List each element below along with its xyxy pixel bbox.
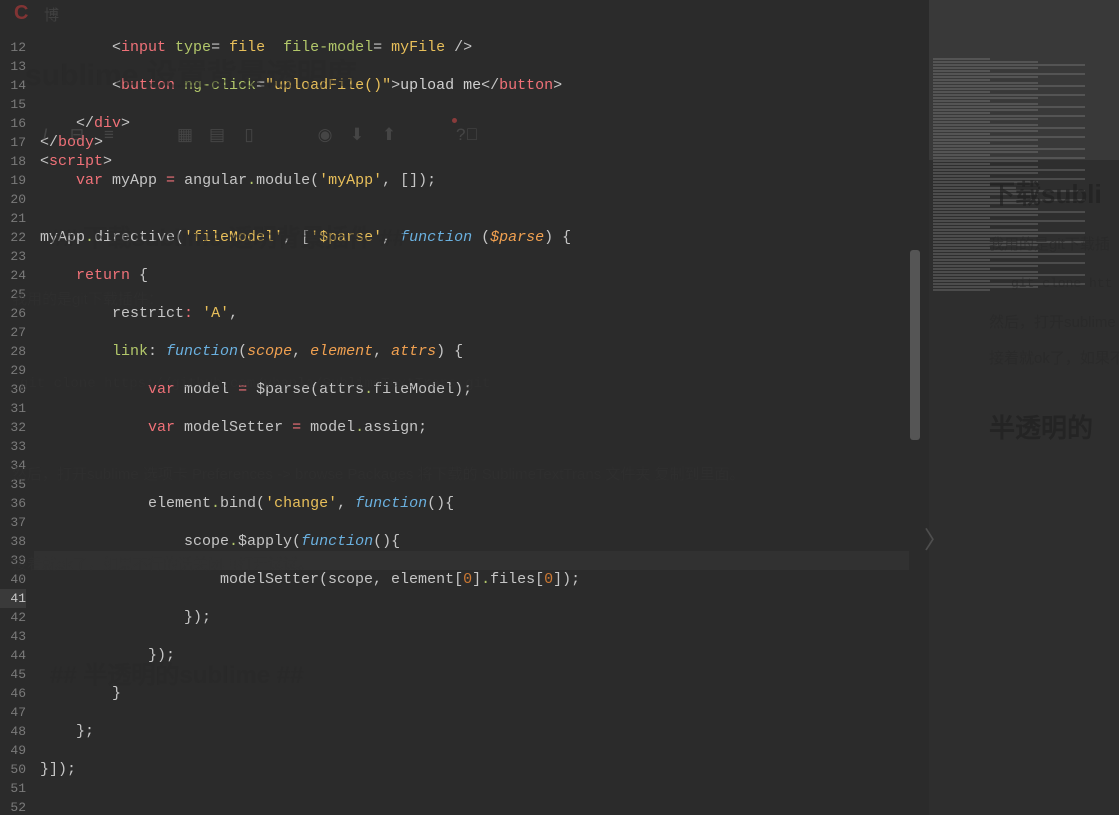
line-number: 25 bbox=[0, 285, 26, 304]
line-number: 14 bbox=[0, 76, 26, 95]
article-code-block: git clone htt bbox=[1011, 272, 1119, 297]
line-number: 42 bbox=[0, 608, 26, 627]
article-paragraph: 然后，打开sublime bbox=[989, 309, 1119, 338]
section-heading-download: 下载subli bbox=[989, 170, 1119, 219]
code-line[interactable] bbox=[40, 209, 919, 228]
code-editor[interactable]: 1213141516171819202122232425262728293031… bbox=[0, 0, 1119, 815]
line-number: 51 bbox=[0, 779, 26, 798]
code-area[interactable]: <input type= file file-model= myFile /> … bbox=[34, 0, 919, 815]
code-line[interactable]: }); bbox=[40, 608, 919, 627]
code-line[interactable]: <button ng-click="uploadFile()">upload m… bbox=[40, 76, 919, 95]
code-line[interactable] bbox=[40, 551, 919, 570]
line-number: 46 bbox=[0, 684, 26, 703]
code-line[interactable] bbox=[40, 627, 919, 646]
code-line[interactable] bbox=[40, 779, 919, 798]
code-line[interactable] bbox=[40, 665, 919, 684]
line-number: 29 bbox=[0, 361, 26, 380]
line-number: 21 bbox=[0, 209, 26, 228]
code-line[interactable]: }]); bbox=[40, 760, 919, 779]
code-line[interactable] bbox=[40, 513, 919, 532]
line-number: 52 bbox=[0, 798, 26, 815]
code-line[interactable]: link: function(scope, element, attrs) { bbox=[40, 342, 919, 361]
minimap-viewport[interactable] bbox=[929, 0, 1119, 160]
line-number: 30 bbox=[0, 380, 26, 399]
code-line[interactable]: modelSetter(scope, element[0].files[0]); bbox=[40, 570, 919, 589]
code-line[interactable]: myApp.directive('fileModel', ['$parse', … bbox=[40, 228, 919, 247]
line-number: 23 bbox=[0, 247, 26, 266]
line-number: 16 bbox=[0, 114, 26, 133]
code-line[interactable]: restrict: 'A', bbox=[40, 304, 919, 323]
line-number: 48 bbox=[0, 722, 26, 741]
article-paragraph: 我用的是git下载插 bbox=[989, 231, 1119, 260]
code-line[interactable]: element.bind('change', function(){ bbox=[40, 494, 919, 513]
line-number: 35 bbox=[0, 475, 26, 494]
line-number: 33 bbox=[0, 437, 26, 456]
line-number: 24 bbox=[0, 266, 26, 285]
line-number: 44 bbox=[0, 646, 26, 665]
code-line[interactable]: } bbox=[40, 684, 919, 703]
code-line[interactable]: }; bbox=[40, 722, 919, 741]
line-number: 37 bbox=[0, 513, 26, 532]
code-line[interactable] bbox=[40, 456, 919, 475]
line-number-gutter[interactable]: 1213141516171819202122232425262728293031… bbox=[0, 0, 34, 815]
background-article-right-fragment: 下载subli 我用的是git下载插 git clone htt 然后，打开su… bbox=[989, 140, 1119, 465]
line-number: 47 bbox=[0, 703, 26, 722]
code-line[interactable]: var modelSetter = model.assign; bbox=[40, 418, 919, 437]
code-line[interactable]: var myApp = angular.module('myApp', []); bbox=[40, 171, 919, 190]
code-line[interactable]: <script> bbox=[40, 152, 919, 171]
code-line[interactable]: </body> bbox=[40, 133, 919, 152]
line-number: 41 bbox=[0, 589, 26, 608]
code-line[interactable] bbox=[40, 475, 919, 494]
code-line[interactable]: </div> bbox=[40, 114, 919, 133]
line-number: 26 bbox=[0, 304, 26, 323]
code-line[interactable]: }); bbox=[40, 646, 919, 665]
line-number: 28 bbox=[0, 342, 26, 361]
next-arrow-icon: 〉 bbox=[924, 520, 944, 550]
line-number: 50 bbox=[0, 760, 26, 779]
code-line[interactable] bbox=[40, 57, 919, 76]
line-number: 32 bbox=[0, 418, 26, 437]
code-line[interactable] bbox=[40, 437, 919, 456]
line-number: 38 bbox=[0, 532, 26, 551]
code-line[interactable] bbox=[40, 741, 919, 760]
line-number: 39 bbox=[0, 551, 26, 570]
line-number: 22 bbox=[0, 228, 26, 247]
code-line[interactable] bbox=[40, 798, 919, 815]
line-number: 31 bbox=[0, 399, 26, 418]
line-number: 43 bbox=[0, 627, 26, 646]
code-line[interactable]: <input type= file file-model= myFile /> bbox=[40, 38, 919, 57]
line-number: 13 bbox=[0, 57, 26, 76]
line-number: 27 bbox=[0, 323, 26, 342]
code-line[interactable] bbox=[40, 95, 919, 114]
line-number: 19 bbox=[0, 171, 26, 190]
line-number: 45 bbox=[0, 665, 26, 684]
code-line[interactable] bbox=[40, 285, 919, 304]
section-heading-semi-transparent: 半透明的 bbox=[989, 404, 1119, 453]
line-number: 40 bbox=[0, 570, 26, 589]
line-number: 12 bbox=[0, 38, 26, 57]
code-line[interactable] bbox=[40, 589, 919, 608]
line-number: 34 bbox=[0, 456, 26, 475]
article-paragraph: 接着就ok了，如果不 bbox=[989, 345, 1119, 374]
line-number: 49 bbox=[0, 741, 26, 760]
line-number: 15 bbox=[0, 95, 26, 114]
vertical-scrollbar-thumb[interactable] bbox=[910, 250, 920, 440]
line-number: 17 bbox=[0, 133, 26, 152]
line-number: 36 bbox=[0, 494, 26, 513]
code-line[interactable] bbox=[40, 247, 919, 266]
line-number: 20 bbox=[0, 190, 26, 209]
code-line[interactable] bbox=[40, 361, 919, 380]
code-line[interactable] bbox=[40, 323, 919, 342]
line-number: 18 bbox=[0, 152, 26, 171]
code-line[interactable] bbox=[40, 703, 919, 722]
code-line[interactable] bbox=[40, 190, 919, 209]
code-line[interactable]: return { bbox=[40, 266, 919, 285]
code-line[interactable]: scope.$apply(function(){ bbox=[40, 532, 919, 551]
code-line[interactable] bbox=[40, 399, 919, 418]
code-line[interactable]: var model = $parse(attrs.fileModel); bbox=[40, 380, 919, 399]
